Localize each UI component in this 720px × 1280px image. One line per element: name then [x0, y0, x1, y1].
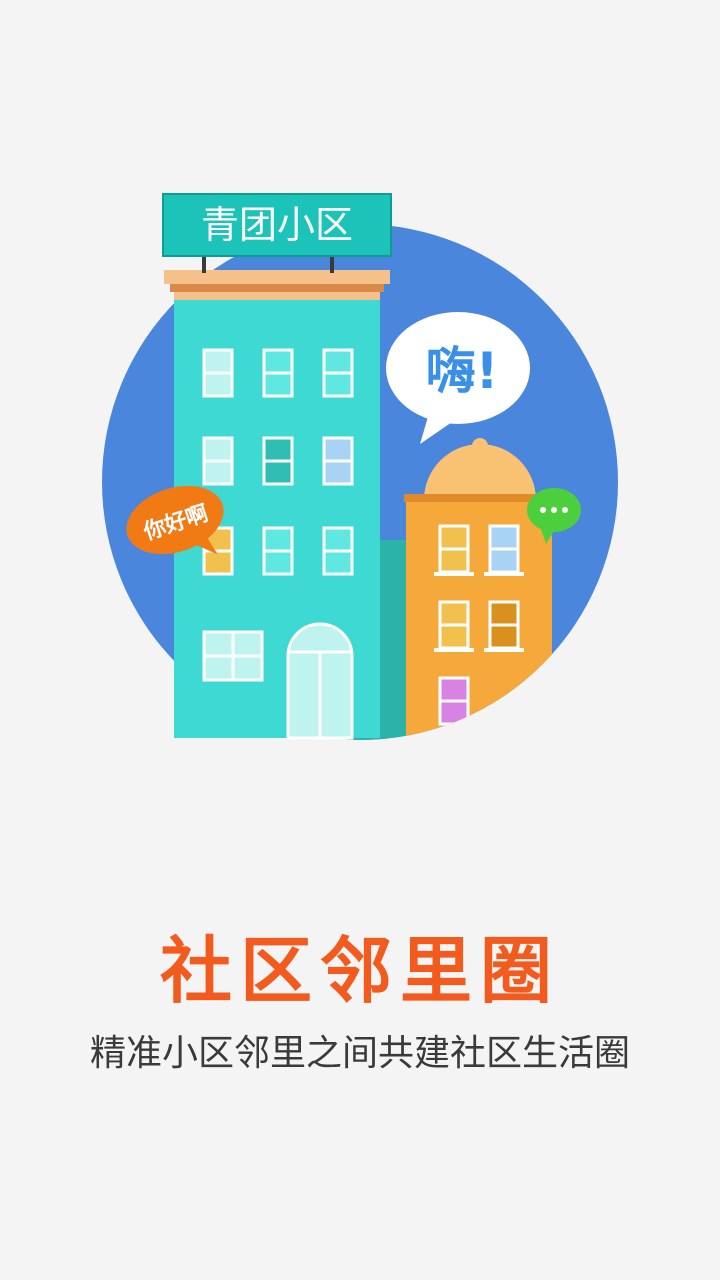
orange-building	[404, 438, 554, 740]
community-sign-label: 青团小区	[201, 203, 353, 247]
splash-illustration: 青团小区 嗨! 你好啊	[102, 193, 618, 740]
app-tagline: 精准小区邻里之间共建社区生活圈	[89, 1033, 630, 1074]
speech-bubble-text: 嗨!	[426, 342, 499, 400]
teal-building: 青团小区	[162, 193, 392, 740]
app-headline: 社区邻里圈	[159, 929, 560, 1013]
